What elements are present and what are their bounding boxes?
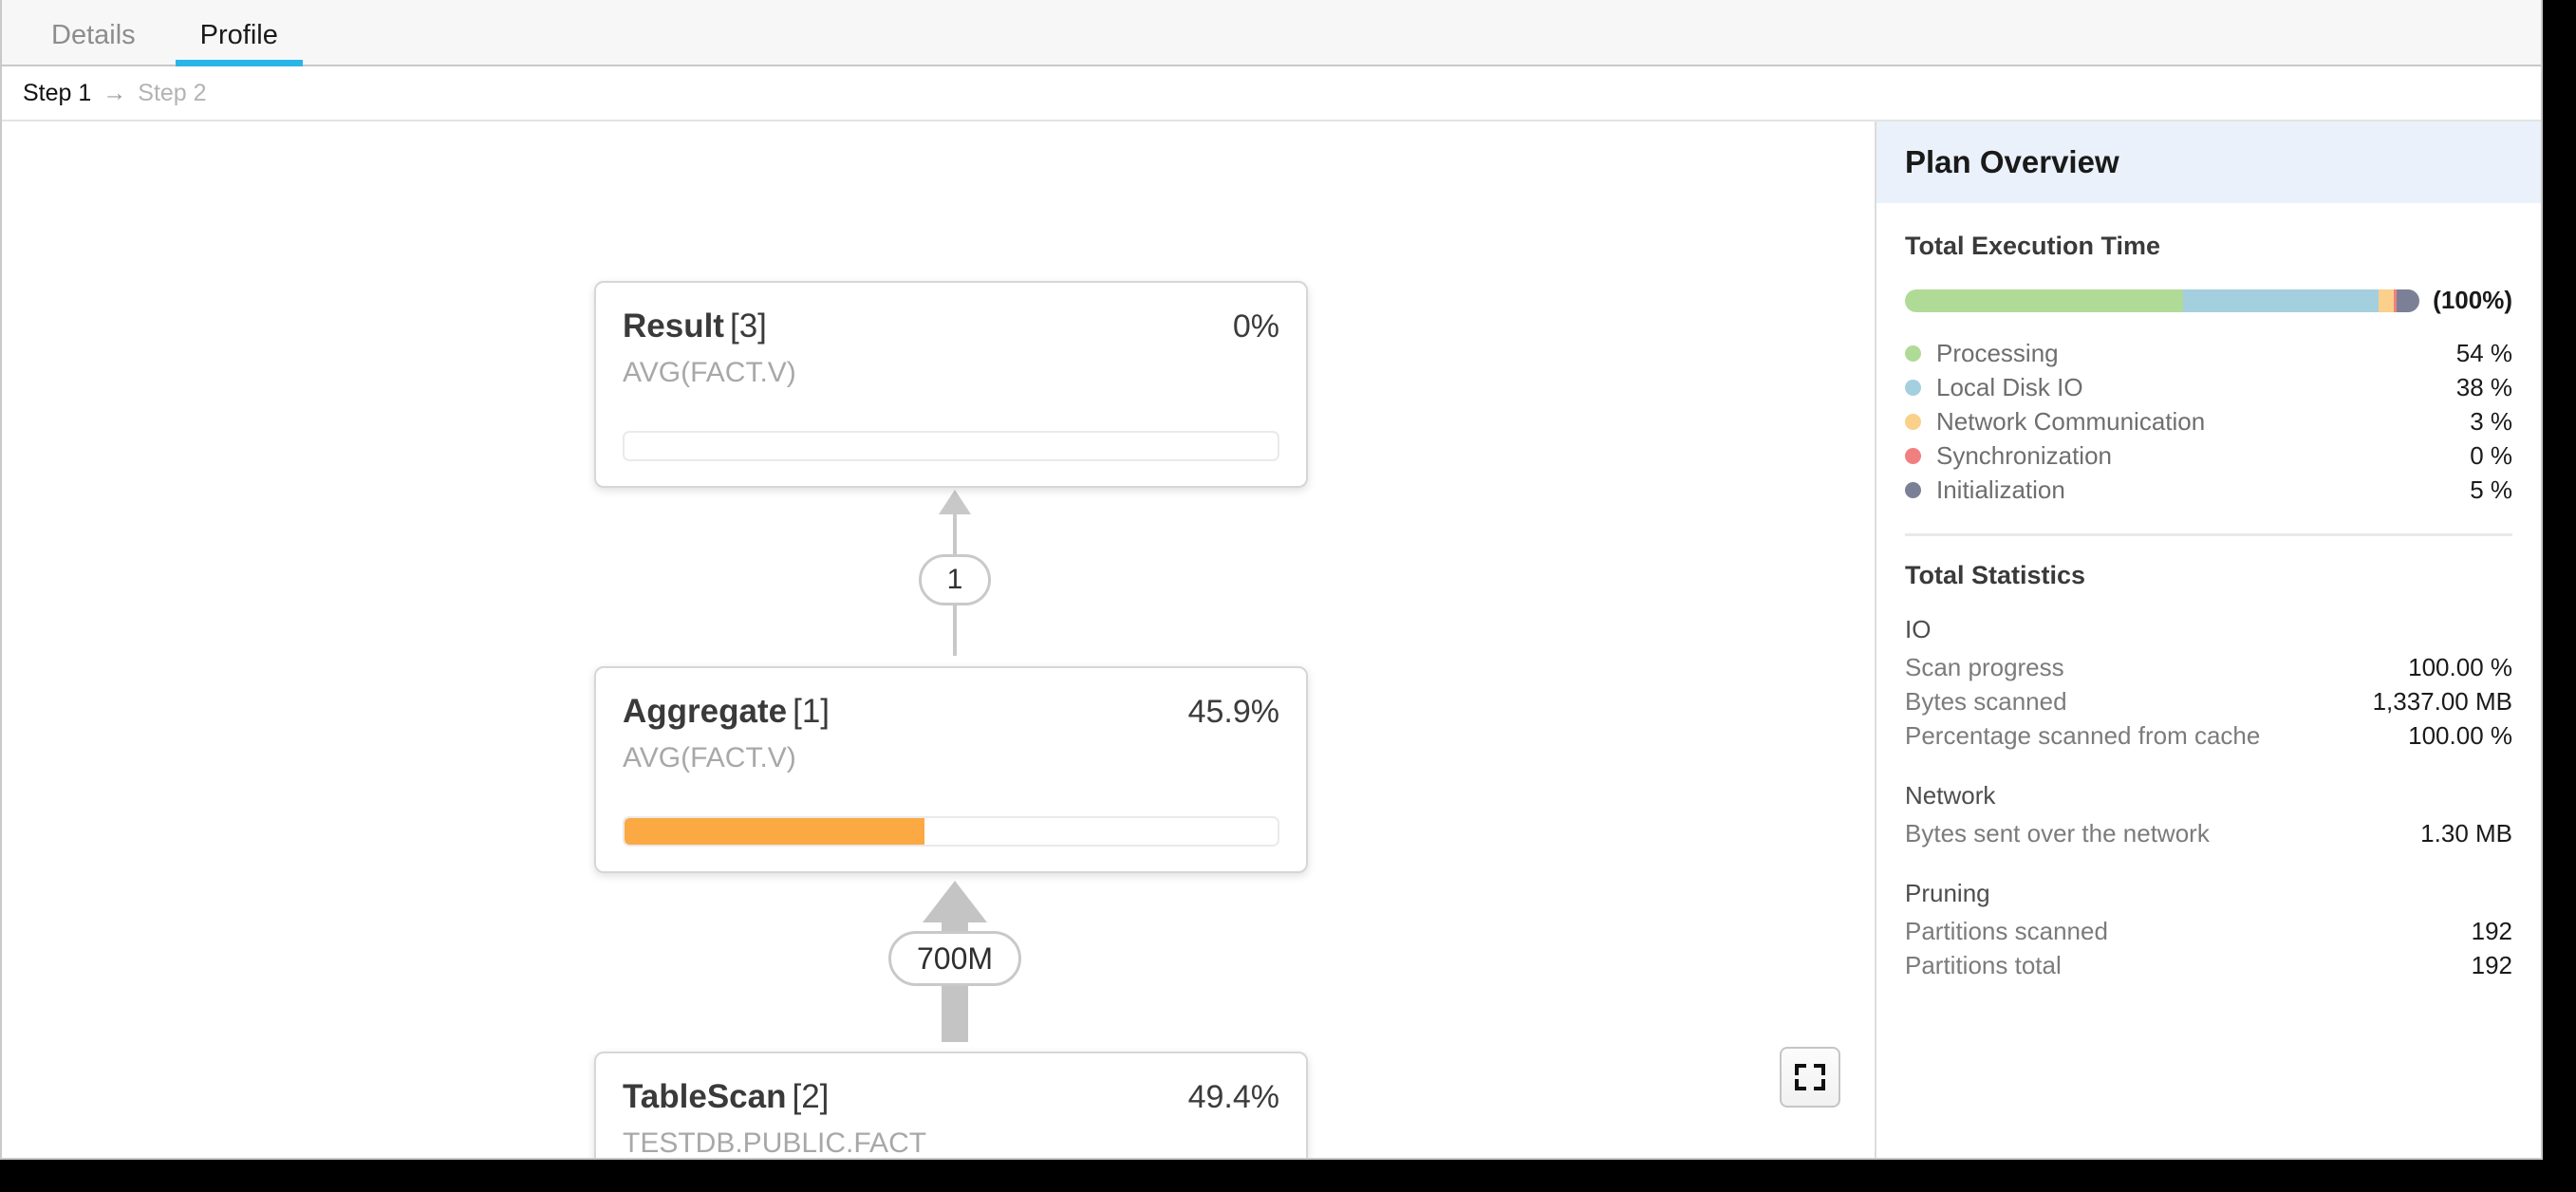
plan-node-header: TableScan [2] 49.4% [623, 1078, 1279, 1116]
stat-group-title: IO [1905, 615, 1932, 643]
content-area: 700M 1 Result [3] 0% AVG(FACT.V) Aggrega… [2, 121, 2541, 1158]
plan-node-subtitle: AVG(FACT.V) [623, 357, 796, 388]
breadcrumb-step-next[interactable]: Step 2 [138, 80, 206, 107]
legend-label: Processing [1936, 338, 2059, 367]
stat-label: Partitions total [1905, 950, 2062, 979]
execution-time-stacked-bar: (100%) [1905, 286, 2512, 315]
plan-node-subtitle: TESTDB.PUBLIC.FACT [623, 1127, 927, 1158]
plan-node-percent: 49.4% [1187, 1079, 1279, 1115]
stat-row: Bytes scanned 1,337.00 MB [1905, 684, 2512, 718]
stat-value: 192 [2471, 916, 2512, 945]
edge-arrowhead-aggregate-result [939, 490, 971, 514]
legend-value: 54 % [2455, 338, 2512, 367]
legend-value: 38 % [2455, 372, 2512, 401]
stat-value: 100.00 % [2408, 652, 2512, 681]
plan-overview-panel: Plan Overview Total Execution Time (100%… [1876, 121, 2541, 1158]
plan-node-name: TableScan [623, 1078, 787, 1115]
legend-dot-icon [1905, 481, 1921, 498]
stat-row: Partitions scanned 192 [1905, 914, 2512, 948]
plan-node-title: Result [3] [623, 307, 767, 345]
stat-group-title: Network [1905, 781, 1996, 810]
legend-value: 3 % [2470, 406, 2512, 436]
legend-label: Synchronization [1936, 440, 2112, 470]
stat-row: Partitions total 192 [1905, 948, 2512, 982]
legend-value: 5 % [2470, 475, 2512, 504]
panel-title: Plan Overview [1905, 144, 2119, 179]
plan-node-title: TableScan [2] [623, 1078, 829, 1116]
stat-group-title: Pruning [1905, 879, 1990, 907]
stat-label: Bytes scanned [1905, 686, 2067, 716]
plan-node-name: Aggregate [623, 693, 788, 730]
stacked-bar-segment-initialization [2397, 289, 2420, 312]
stat-group-network: Network Bytes sent over the network 1.30… [1905, 781, 2512, 850]
legend-item-local-disk-io: Local Disk IO 38 % [1905, 370, 2512, 404]
stat-row: Percentage scanned from cache 100.00 % [1905, 718, 2512, 753]
stat-group-pruning: Pruning Partitions scanned 192 Partition… [1905, 879, 2512, 982]
legend-label: Local Disk IO [1936, 372, 2083, 401]
stat-row: Bytes sent over the network 1.30 MB [1905, 816, 2512, 850]
panel-body: Total Execution Time (100%) Processing 5… [1876, 203, 2541, 1011]
execution-time-total: (100%) [2433, 286, 2512, 314]
stat-label: Partitions scanned [1905, 916, 2108, 945]
stat-value: 1.30 MB [2420, 818, 2512, 847]
stat-value: 1,337.00 MB [2372, 686, 2512, 716]
panel-header: Plan Overview [1876, 121, 2541, 203]
plan-node-progress-fill [625, 818, 924, 845]
stat-row: Scan progress 100.00 % [1905, 650, 2512, 684]
execution-time-section-title: Total Execution Time [1905, 232, 2161, 260]
stat-group-io: IO Scan progress 100.00 % Bytes scanned … [1905, 615, 2512, 753]
stacked-bar-segment-local-disk-io [2182, 289, 2379, 312]
arrow-right-icon: → [103, 79, 127, 106]
edge-label-700m: 700M [888, 931, 1021, 986]
stacked-bar-segment-network-communication [2378, 289, 2395, 312]
plan-node-result[interactable]: Result [3] 0% AVG(FACT.V) [594, 281, 1308, 488]
legend-label: Network Communication [1936, 406, 2206, 436]
legend-label: Initialization [1936, 475, 2065, 504]
plan-graph-canvas[interactable]: 700M 1 Result [3] 0% AVG(FACT.V) Aggrega… [2, 121, 1876, 1158]
fit-screen-button[interactable] [1780, 1047, 1840, 1108]
breadcrumb-step-current[interactable]: Step 1 [23, 80, 91, 107]
stat-value: 192 [2471, 950, 2512, 979]
tab-details[interactable]: Details [19, 22, 168, 65]
plan-node-percent: 45.9% [1187, 694, 1279, 730]
total-statistics-section-title: Total Statistics [1905, 561, 2086, 589]
legend-dot-icon [1905, 447, 1921, 464]
plan-node-progress-bar [623, 431, 1279, 461]
stacked-bar-track [1905, 289, 2420, 312]
fit-screen-icon [1795, 1064, 1825, 1090]
legend-item-initialization: Initialization 5 % [1905, 473, 2512, 507]
zoom-controls [1780, 1047, 1840, 1158]
plan-node-name: Result [623, 307, 724, 345]
plan-node-index: [1] [793, 693, 831, 730]
legend-value: 0 % [2470, 440, 2512, 470]
breadcrumb: Step 1 → Step 2 [2, 66, 2541, 121]
query-profile-window: Details Profile Step 1 → Step 2 700M 1 R… [0, 0, 2543, 1160]
plan-node-aggregate[interactable]: Aggregate [1] 45.9% AVG(FACT.V) [594, 666, 1308, 873]
plan-node-subtitle: AVG(FACT.V) [623, 742, 796, 773]
tab-bar: Details Profile [2, 0, 2541, 66]
plan-node-index: [3] [729, 307, 767, 345]
stat-label: Percentage scanned from cache [1905, 720, 2261, 750]
edge-arrowhead-tablescan-aggregate [923, 881, 987, 922]
edge-label-1: 1 [919, 554, 991, 605]
stacked-bar-segment-processing [1905, 289, 2183, 312]
panel-divider [1905, 533, 2512, 536]
legend-dot-icon [1905, 413, 1921, 430]
legend-item-processing: Processing 54 % [1905, 336, 2512, 370]
legend-dot-icon [1905, 379, 1921, 396]
plan-node-header: Result [3] 0% [623, 307, 1279, 345]
plan-node-header: Aggregate [1] 45.9% [623, 693, 1279, 731]
tab-profile[interactable]: Profile [168, 22, 310, 66]
plan-node-percent: 0% [1232, 308, 1279, 345]
plan-node-index: [2] [792, 1078, 830, 1115]
plan-node-progress-bar [623, 816, 1279, 847]
plan-node-tablescan[interactable]: TableScan [2] 49.4% TESTDB.PUBLIC.FACT [594, 1052, 1308, 1158]
legend-item-network-communication: Network Communication 3 % [1905, 404, 2512, 438]
plan-node-title: Aggregate [1] [623, 693, 830, 731]
stat-label: Scan progress [1905, 652, 2064, 681]
stat-label: Bytes sent over the network [1905, 818, 2210, 847]
stat-value: 100.00 % [2408, 720, 2512, 750]
legend-item-synchronization: Synchronization 0 % [1905, 438, 2512, 473]
legend-dot-icon [1905, 345, 1921, 362]
